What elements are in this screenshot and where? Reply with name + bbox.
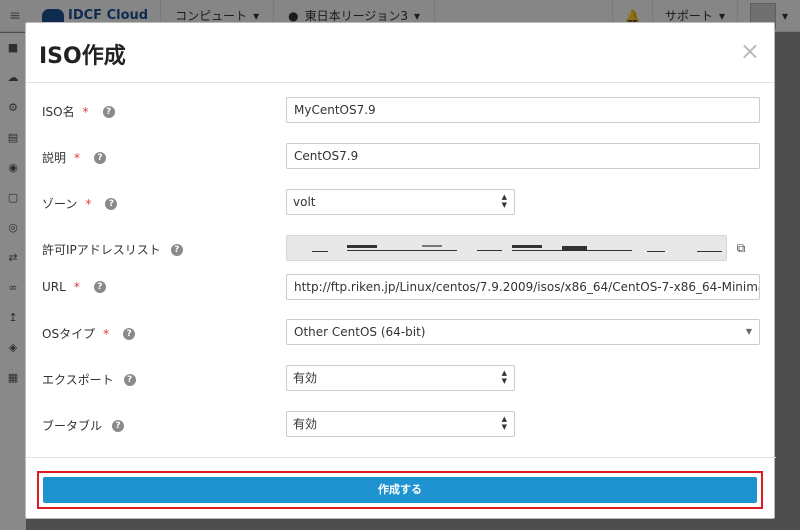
bootable-select[interactable]: 有効 ▲ ▼	[286, 411, 515, 437]
description-label-text: 説明	[42, 151, 67, 165]
allowed-ip-label-text: 許可IPアドレスリスト	[42, 243, 161, 257]
redacted-mark	[512, 250, 632, 251]
question-circle-icon[interactable]: ?	[93, 281, 106, 293]
question-circle-icon[interactable]: ?	[112, 419, 125, 432]
question-circle-icon[interactable]: ?	[94, 151, 107, 164]
required-mark: *	[85, 196, 92, 211]
export-label-text: エクスポート	[42, 373, 114, 387]
create-button[interactable]: 作成する	[43, 477, 757, 503]
zone-select-value: volt	[293, 195, 316, 209]
redacted-mark	[562, 246, 587, 250]
allowed-ip-label: 許可IPアドレスリスト ?	[42, 241, 183, 258]
required-mark: *	[82, 104, 89, 119]
question-circle-icon[interactable]: ?	[102, 105, 115, 118]
up-down-arrows-icon: ▲ ▼	[501, 415, 507, 431]
form-row-url: URL * ? http://ftp.riken.jp/Linux/centos…	[26, 274, 776, 302]
bootable-label-text: ブータブル	[42, 419, 103, 433]
iso-name-input[interactable]: MyCentOS7.9	[286, 97, 760, 123]
required-mark: *	[73, 280, 80, 294]
iso-name-label: ISO名 * ?	[42, 103, 115, 120]
modal-header: ISO作成 ×	[26, 23, 774, 83]
os-type-select-value: Other CentOS (64-bit)	[294, 325, 426, 339]
caret-down-icon: ▼	[745, 327, 752, 336]
required-mark: *	[74, 150, 81, 165]
form-row-zone: ゾーン * ? volt ▲ ▼	[26, 189, 776, 217]
redacted-mark	[647, 251, 665, 252]
bootable-select-value: 有効	[293, 417, 318, 431]
allowed-ip-field[interactable]	[286, 235, 727, 261]
required-mark: *	[103, 326, 110, 341]
copy-icon[interactable]: ⧉	[730, 237, 752, 259]
form-row-allowed-ip: 許可IPアドレスリスト ? ⧉	[26, 235, 776, 263]
question-circle-icon[interactable]: ?	[105, 197, 118, 210]
redacted-mark	[422, 245, 442, 247]
modal-footer: 作成する	[26, 457, 776, 520]
highlight-box: 作成する	[37, 471, 763, 509]
question-circle-icon[interactable]: ?	[170, 243, 183, 256]
url-label-text: URL	[42, 280, 66, 294]
url-label: URL * ?	[42, 280, 106, 294]
description-label: 説明 * ?	[42, 149, 107, 166]
up-down-arrows-icon: ▲ ▼	[501, 193, 507, 209]
export-select-value: 有効	[293, 371, 318, 385]
zone-select[interactable]: volt ▲ ▼	[286, 189, 515, 215]
redacted-mark	[512, 245, 542, 248]
form-row-description: 説明 * ? CentOS7.9	[26, 143, 776, 171]
up-down-arrows-icon: ▲ ▼	[501, 369, 507, 385]
form-row-export: エクスポート ? 有効 ▲ ▼	[26, 365, 776, 393]
os-type-label-text: OSタイプ	[42, 327, 96, 341]
iso-create-modal: ISO作成 × ISO名 * ? MyCentOS7.9 説明 * ? Cent…	[25, 22, 776, 520]
question-circle-icon[interactable]: ?	[123, 327, 136, 340]
export-label: エクスポート ?	[42, 371, 136, 388]
form-row-iso-name: ISO名 * ? MyCentOS7.9	[26, 97, 776, 125]
url-input[interactable]: http://ftp.riken.jp/Linux/centos/7.9.200…	[286, 274, 760, 300]
description-input[interactable]: CentOS7.9	[286, 143, 760, 169]
bootable-label: ブータブル ?	[42, 417, 125, 434]
os-type-label: OSタイプ * ?	[42, 325, 136, 342]
iso-name-label-text: ISO名	[42, 105, 75, 119]
redacted-mark	[347, 245, 377, 248]
modal-title: ISO作成	[39, 44, 126, 69]
zone-label: ゾーン * ?	[42, 195, 118, 212]
question-circle-icon[interactable]: ?	[123, 373, 136, 386]
redacted-mark	[697, 251, 722, 252]
os-type-select[interactable]: Other CentOS (64-bit) ▼	[286, 319, 760, 345]
redacted-mark	[312, 251, 328, 252]
redacted-mark	[477, 250, 502, 251]
close-icon[interactable]: ×	[740, 39, 760, 63]
zone-label-text: ゾーン	[42, 197, 78, 211]
form-row-bootable: ブータブル ? 有効 ▲ ▼	[26, 411, 776, 439]
export-select[interactable]: 有効 ▲ ▼	[286, 365, 515, 391]
form-row-os-type: OSタイプ * ? Other CentOS (64-bit) ▼	[26, 319, 776, 347]
redacted-mark	[347, 250, 457, 251]
